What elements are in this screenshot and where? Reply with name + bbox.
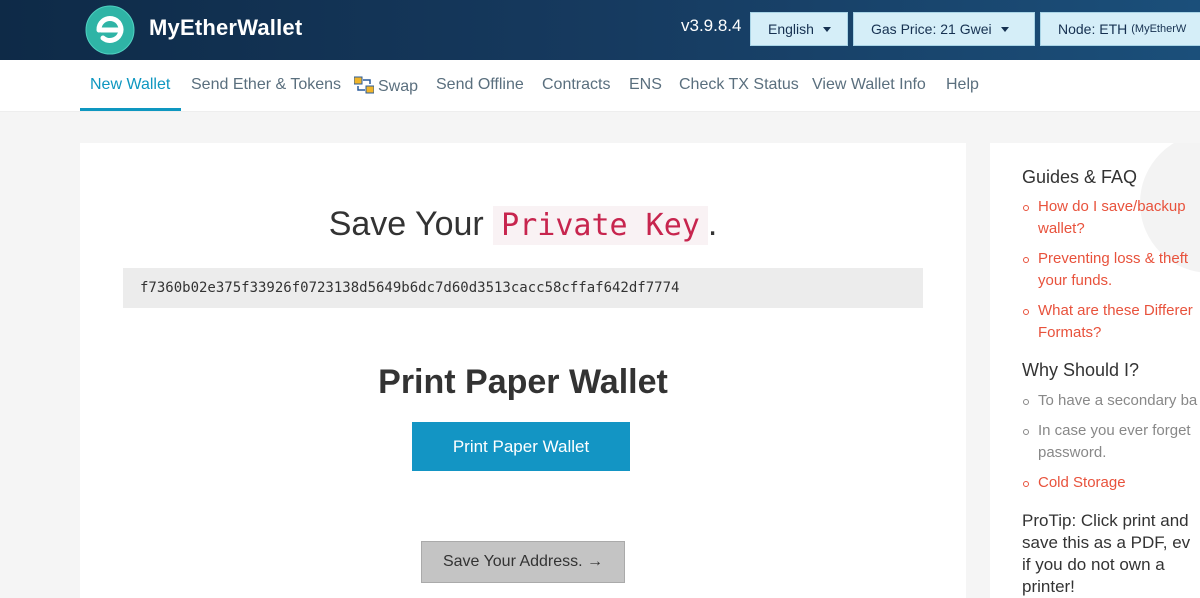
nav-view-wallet-info[interactable]: View Wallet Info (812, 76, 926, 94)
why-link-cold-storage[interactable]: Cold Storage (1022, 472, 1197, 494)
print-paper-wallet-button[interactable]: Print Paper Wallet (412, 422, 630, 471)
why-item-line: password. (1038, 444, 1107, 461)
why-item-line: To have a secondary ba (1038, 392, 1198, 409)
sidebar: Guides & FAQ How do I save/backup wallet… (990, 143, 1200, 598)
protip-text: ProTip: Click print and save this as a P… (1022, 510, 1190, 598)
save-heading-text: Save Your (328, 205, 484, 243)
chevron-down-icon (1000, 26, 1009, 32)
protip-line: printer! (1022, 577, 1075, 596)
why-list: To have a secondary ba In case you ever … (1022, 390, 1197, 494)
nav-ens[interactable]: ENS (629, 76, 662, 94)
guides-faq-heading: Guides & FAQ (1022, 167, 1138, 187)
language-dropdown[interactable]: English (750, 12, 848, 46)
save-your-address-button[interactable]: Save Your Address. → (421, 541, 625, 583)
main-panel: Save Your Private Key. f7360b02e375f3392… (80, 143, 966, 598)
nav-send-offline[interactable]: Send Offline (436, 76, 524, 94)
nav-new-wallet[interactable]: New Wallet (90, 76, 170, 94)
heading-period: . (707, 205, 718, 243)
save-private-key-heading: Save Your Private Key. (80, 205, 966, 245)
main-nav: New Wallet Send Ether & Tokens Swap Send… (0, 60, 1200, 112)
nav-help[interactable]: Help (946, 76, 979, 94)
private-key-code-label: Private Key (493, 206, 708, 245)
guide-link-line: your funds. (1038, 272, 1113, 289)
myetherwallet-logo-icon[interactable] (85, 5, 135, 55)
node-label: Node: ETH (1058, 21, 1128, 37)
swap-icon (354, 76, 374, 94)
gas-price-label: Gas Price: 21 Gwei (871, 21, 992, 37)
guide-link-line: Formats? (1038, 324, 1102, 341)
nav-swap-label: Swap (378, 78, 419, 95)
nav-send-ether-tokens[interactable]: Send Ether & Tokens (191, 76, 341, 94)
why-item-line: Cold Storage (1038, 474, 1126, 491)
node-sub-label: (MyEtherW (1131, 23, 1187, 35)
gas-price-dropdown[interactable]: Gas Price: 21 Gwei (853, 12, 1035, 46)
protip-line: if you do not own a (1022, 555, 1165, 574)
guides-list: How do I save/backup wallet? Preventing … (1022, 196, 1193, 344)
node-dropdown[interactable]: Node: ETH (MyEtherW (1040, 12, 1200, 46)
private-key-field[interactable]: f7360b02e375f33926f0723138d5649b6dc7d60d… (123, 268, 923, 308)
language-label: English (768, 21, 814, 37)
why-item-secondary-backup: To have a secondary ba (1022, 390, 1197, 412)
active-tab-indicator (80, 108, 181, 111)
guide-link-line: What are these Differer (1038, 302, 1193, 319)
print-paper-wallet-heading: Print Paper Wallet (378, 363, 668, 401)
nav-swap[interactable]: Swap (354, 76, 418, 96)
top-header: MyEtherWallet v3.9.8.4 English Gas Price… (0, 0, 1200, 60)
protip-line: ProTip: Click print and (1022, 511, 1189, 530)
guide-link-preventing-loss[interactable]: Preventing loss & theft your funds. (1022, 248, 1193, 292)
version-label: v3.9.8.4 (681, 16, 742, 35)
nav-contracts[interactable]: Contracts (542, 76, 610, 94)
why-item-line: In case you ever forget (1038, 422, 1191, 439)
guide-link-line: Preventing loss & theft (1038, 250, 1189, 267)
guide-link-save-backup[interactable]: How do I save/backup wallet? (1022, 196, 1193, 240)
chevron-down-icon (822, 26, 831, 32)
protip-line: save this as a PDF, ev (1022, 533, 1191, 552)
why-item-forget-password: In case you ever forget password. (1022, 420, 1197, 464)
guide-link-line: wallet? (1038, 220, 1085, 237)
guide-link-line: How do I save/backup (1038, 198, 1186, 215)
brand-name[interactable]: MyEtherWallet (149, 15, 302, 41)
why-should-i-heading: Why Should I? (1022, 360, 1140, 380)
nav-check-tx-status[interactable]: Check TX Status (679, 76, 799, 94)
guide-link-formats[interactable]: What are these Differer Formats? (1022, 300, 1193, 344)
